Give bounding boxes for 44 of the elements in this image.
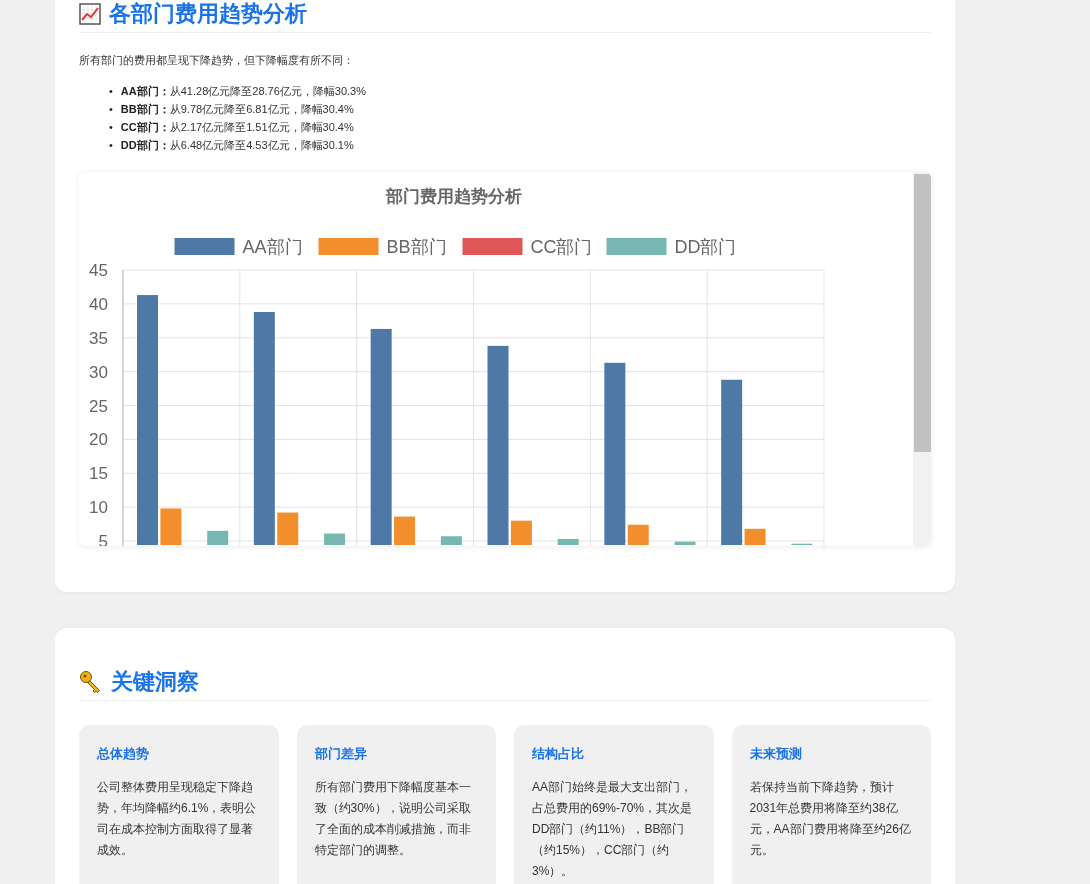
intro-text: 所有部门的费用都呈现下降趋势，但下降幅度有所不同： (79, 53, 355, 68)
chart-icon (79, 3, 101, 25)
bar (324, 533, 346, 546)
legend-label: CC部门 (530, 237, 593, 257)
bullet: • (109, 84, 113, 99)
legend-label: BB部门 (386, 237, 447, 257)
scrollbar[interactable] (913, 172, 931, 546)
key-icon (79, 670, 103, 694)
bar (394, 516, 416, 546)
bullet: • (109, 120, 113, 135)
legend-label: AA部门 (242, 237, 303, 257)
axis-tick-label: 30 (89, 362, 108, 382)
legend-label: DD部门 (674, 237, 737, 257)
axis-tick-label: 10 (89, 498, 108, 518)
axis-tick-label: 45 (89, 261, 108, 280)
department-summary: DD部门：从6.48亿元降至4.53亿元，降幅30.1% (120, 138, 354, 153)
card-text: 所有部门费用下降幅度基本一致（约30%），说明公司采取了全面的成本削减措施，而非特定部门的调整。 (314, 779, 472, 859)
bar (160, 508, 182, 546)
card-title: 结构占比 (532, 745, 585, 763)
department-summary: AA部门：从41.28亿元降至28.76亿元，降幅30.3% (120, 84, 366, 99)
section-title: 关键洞察 (111, 668, 199, 696)
axis-tick-label: 25 (89, 396, 108, 416)
department-summary: BB部门：从9.78亿元降至6.81亿元，降幅30.4% (120, 102, 354, 117)
card-text: 公司整体费用呈现稳定下降趋势，年均降幅约6.1%，表明公司在成本控制方面取得了显著成效。 (97, 779, 258, 859)
card-text: 若保持当前下降趋势，预计2031年总费用将降至约38亿元，AA部门费用将降至约26亿元。 (749, 779, 912, 859)
card-text: AA部门始终是最大支出部门，占总费用的69%-70%，其次是DD部门（约11%），BB部门（约15%），CC部门（约3%）。 (532, 779, 694, 880)
chart-title: 部门费用趋势分析 (386, 187, 522, 206)
bar (440, 536, 462, 546)
bullet: • (109, 138, 113, 153)
section-title: 各部门费用趋势分析 (109, 0, 307, 28)
bar (277, 512, 299, 546)
card-title: 部门差异 (314, 745, 368, 763)
axis-tick-label: 20 (89, 430, 108, 450)
card-title: 总体趋势 (97, 745, 150, 763)
department-summary: CC部门：从2.17亿元降至1.51亿元，降幅30.4% (120, 120, 354, 135)
axis-tick-label: 35 (89, 328, 108, 348)
bar (207, 530, 229, 546)
bar (791, 543, 813, 546)
bullet: • (109, 102, 113, 117)
axis-tick-label: 15 (89, 464, 108, 484)
card-title: 未来预测 (749, 745, 803, 763)
axis-tick-label: 40 (89, 294, 108, 314)
bar (674, 541, 696, 546)
bar (557, 538, 579, 546)
